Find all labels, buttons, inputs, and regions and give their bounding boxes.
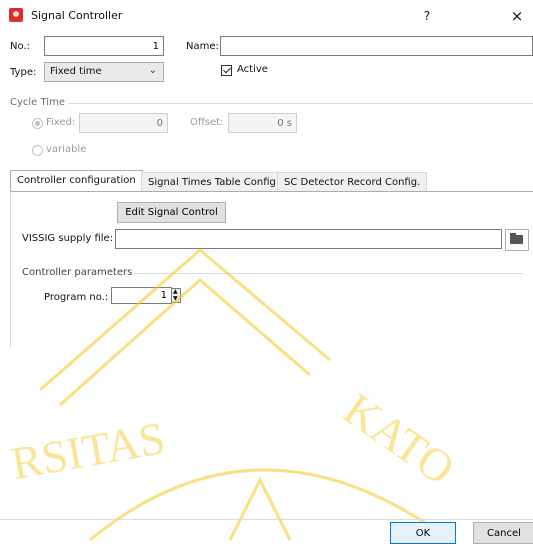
spin-down-icon: ▼ — [173, 295, 178, 302]
active-label: Active — [237, 64, 268, 75]
fixed-radio[interactable] — [32, 118, 43, 129]
active-checkbox[interactable] — [221, 65, 232, 76]
program-no-input[interactable] — [111, 287, 172, 304]
close-button[interactable]: × — [507, 6, 527, 26]
type-select[interactable]: Fixed time ⌄ — [44, 62, 164, 82]
type-label: Type: — [10, 67, 37, 78]
vissim-app-icon — [9, 8, 23, 22]
name-label: Name: — [186, 41, 219, 52]
vissig-supply-file-input[interactable] — [115, 229, 502, 249]
ok-button[interactable]: OK — [390, 522, 456, 544]
edit-signal-control-button[interactable]: Edit Signal Control — [117, 202, 226, 223]
offset-input[interactable] — [228, 113, 297, 133]
tab-controller-configuration[interactable]: Controller configuration — [10, 170, 143, 192]
variable-radio[interactable] — [32, 145, 43, 156]
tab-signal-times-table-config[interactable]: Signal Times Table Config. — [141, 172, 287, 192]
footer-divider — [0, 519, 533, 520]
controller-parameters-divider — [134, 273, 524, 274]
tab-sc-detector-record-config[interactable]: SC Detector Record Config. — [277, 172, 428, 192]
name-input[interactable] — [220, 36, 533, 56]
vissig-supply-file-label: VISSIG supply file: — [22, 233, 114, 244]
controller-parameters-group-label: Controller parameters — [22, 267, 133, 278]
cancel-button[interactable]: Cancel — [473, 522, 533, 544]
folder-icon — [510, 233, 523, 244]
no-label: No.: — [10, 41, 30, 52]
no-input[interactable] — [44, 36, 164, 56]
watermark-text-right: KATO — [335, 383, 464, 495]
type-select-value: Fixed time — [50, 66, 102, 77]
browse-folder-button[interactable] — [505, 229, 529, 251]
chevron-down-icon: ⌄ — [148, 65, 157, 76]
fixed-cycle-input[interactable] — [79, 113, 168, 133]
cycle-time-group-label: Cycle Time — [10, 97, 65, 108]
watermark-text-left: RSITAS — [7, 412, 168, 489]
help-button[interactable]: ? — [418, 7, 436, 25]
title-bar: Signal Controller ? × — [0, 0, 533, 32]
program-no-spinner[interactable]: ▲ ▼ — [171, 288, 181, 303]
tab-bar: Controller configuration Signal Times Ta… — [10, 170, 533, 192]
offset-label: Offset: — [190, 117, 224, 128]
window-title: Signal Controller — [31, 9, 123, 22]
cycle-time-divider — [68, 103, 533, 104]
variable-label: variable — [46, 144, 87, 155]
program-no-label: Program no.: — [44, 292, 109, 303]
fixed-label: Fixed: — [46, 117, 76, 128]
